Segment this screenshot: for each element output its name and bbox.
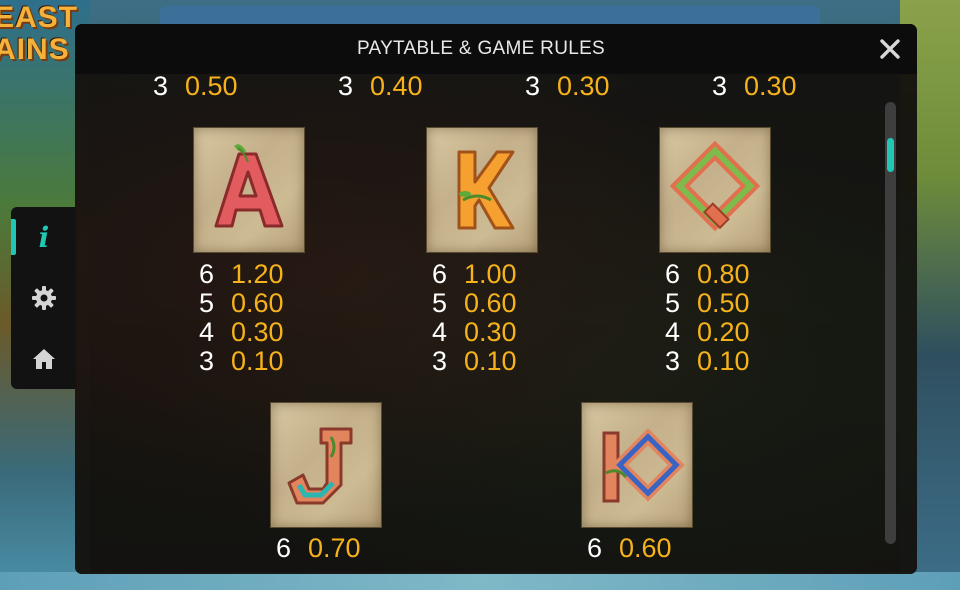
symbol-j-tile [270,402,382,528]
info-icon: i [38,220,50,254]
symbol-k-pay-6: 6 1.00 [432,259,517,289]
letter-k-icon [457,150,515,230]
symbol-a-pay-6: 6 1.20 [199,259,284,289]
symbol-a-tile [193,127,305,253]
symbol-k-pay-4: 4 0.30 [432,317,517,347]
game-logo: EAST AINS [0,1,79,66]
side-menu: i [11,207,77,389]
settings-button[interactable] [11,268,77,328]
symbol-k-pay-3: 3 0.10 [432,346,517,376]
symbol-q-pay-3: 3 0.10 [665,346,750,376]
letter-j-icon [287,427,353,505]
home-button[interactable] [11,329,77,389]
pay-count: 3 [338,74,354,101]
symbol-k-tile [426,127,538,253]
home-icon [33,349,55,369]
pay-count: 3 [712,74,728,101]
symbol-q-tile [659,127,771,253]
pay-value: 0.30 [744,74,797,101]
modal-title: PAYTABLE & GAME RULES [356,38,606,59]
symbol-10-pay-6: 6 0.60 [587,533,672,563]
symbol-q-pay-4: 4 0.20 [665,317,750,347]
info-button[interactable]: i [11,207,77,267]
gear-icon [32,286,56,310]
top-pay-row-3: 3 0.30 [525,74,610,102]
paytable-content: 3 0.50 3 0.40 3 0.30 3 0.30 6 1.20 5 0.60 … [75,74,917,574]
pay-value: 0.40 [370,74,423,101]
background-water-strip [0,572,960,590]
pay-value: 0.50 [185,74,238,101]
symbol-q-pay-5: 5 0.50 [665,288,750,318]
top-pay-row-4: 3 0.30 [712,74,797,102]
top-pay-row-1: 3 0.50 [153,74,238,102]
letter-q-icon [669,140,761,232]
letter-a-icon [214,144,284,228]
pay-count: 3 [153,74,169,101]
modal-header: PAYTABLE & GAME RULES [75,24,917,74]
symbol-q-pay-6: 6 0.80 [665,259,750,289]
symbol-k-pay-5: 5 0.60 [432,288,517,318]
pay-value: 0.30 [557,74,610,101]
number-10-icon [602,428,685,503]
scrollbar-thumb[interactable] [887,138,894,172]
symbol-a-pay-3: 3 0.10 [199,346,284,376]
symbol-j-pay-6: 6 0.70 [276,533,361,563]
symbol-a-pay-5: 5 0.60 [199,288,284,318]
top-pay-row-2: 3 0.40 [338,74,423,102]
symbol-10-tile [581,402,693,528]
paytable-scrollbar[interactable] [885,102,896,544]
pay-count: 3 [525,74,541,101]
paytable-modal: PAYTABLE & GAME RULES 3 0.50 3 0.40 3 0.… [75,24,917,574]
symbol-a-pay-4: 4 0.30 [199,317,284,347]
close-icon[interactable] [879,38,901,60]
